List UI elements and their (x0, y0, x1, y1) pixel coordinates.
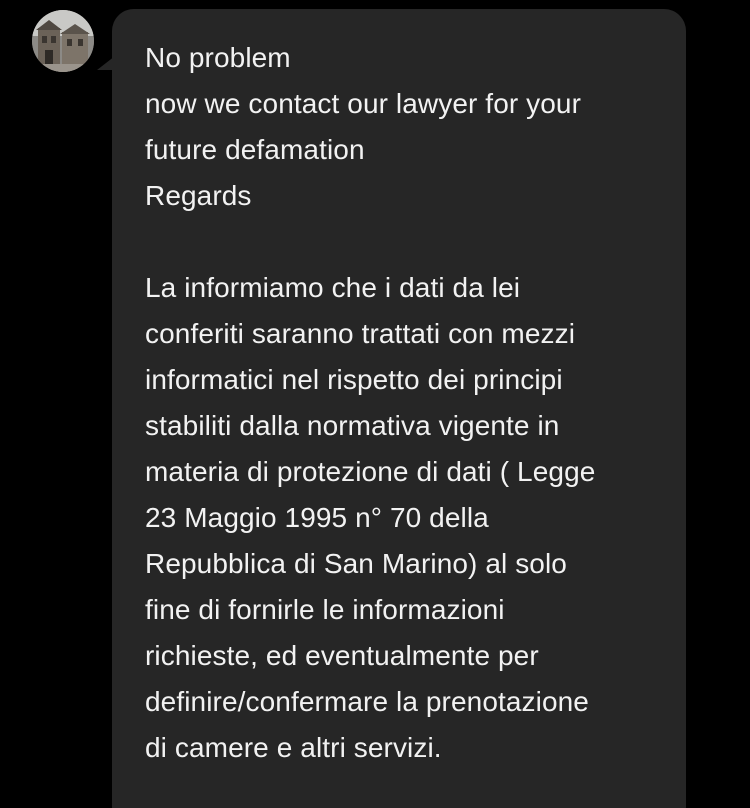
message-line: future defamation (145, 134, 365, 165)
message-bubble[interactable]: No problem now we contact our lawyer for… (112, 9, 686, 808)
message-line: fine di fornirle le informazioni (145, 594, 505, 625)
sender-avatar[interactable] (32, 10, 94, 72)
message-line: La informiamo che i dati da lei (145, 272, 521, 303)
message-line: conferiti saranno trattati con mezzi (145, 318, 576, 349)
message-line: Repubblica di San Marino) al solo (145, 548, 567, 579)
message-line: materia di protezione di dati ( Legge (145, 456, 596, 487)
message-line: richieste, ed eventualmente per (145, 640, 539, 671)
message-line: Regards (145, 180, 252, 211)
message-line: informatici nel rispetto dei principi (145, 364, 563, 395)
message-line: di camere e altri servizi. (145, 732, 442, 763)
message-line: definire/confermare la prenotazione (145, 686, 589, 717)
avatar-photo-icon (32, 10, 94, 72)
message-line: now we contact our lawyer for your (145, 88, 582, 119)
message-line: 23 Maggio 1995 n° 70 della (145, 502, 489, 533)
chat-thread: No problem now we contact our lawyer for… (0, 0, 750, 808)
message-line: No problem (145, 42, 291, 73)
message-line: stabiliti dalla normativa vigente in (145, 410, 560, 441)
